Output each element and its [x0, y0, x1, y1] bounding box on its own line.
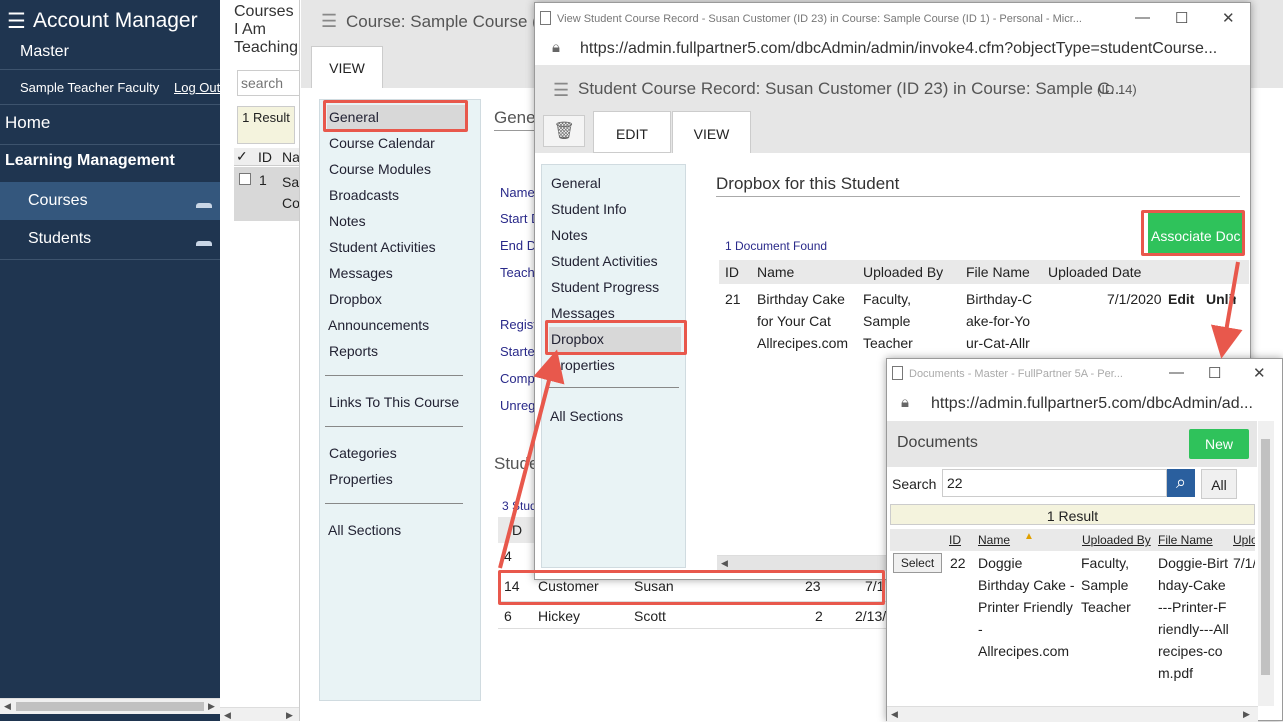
- arrow-to-documents: [1210, 261, 1243, 359]
- annotation-arrows: [498, 261, 1243, 569]
- arrow-to-dropbox: [498, 349, 565, 569]
